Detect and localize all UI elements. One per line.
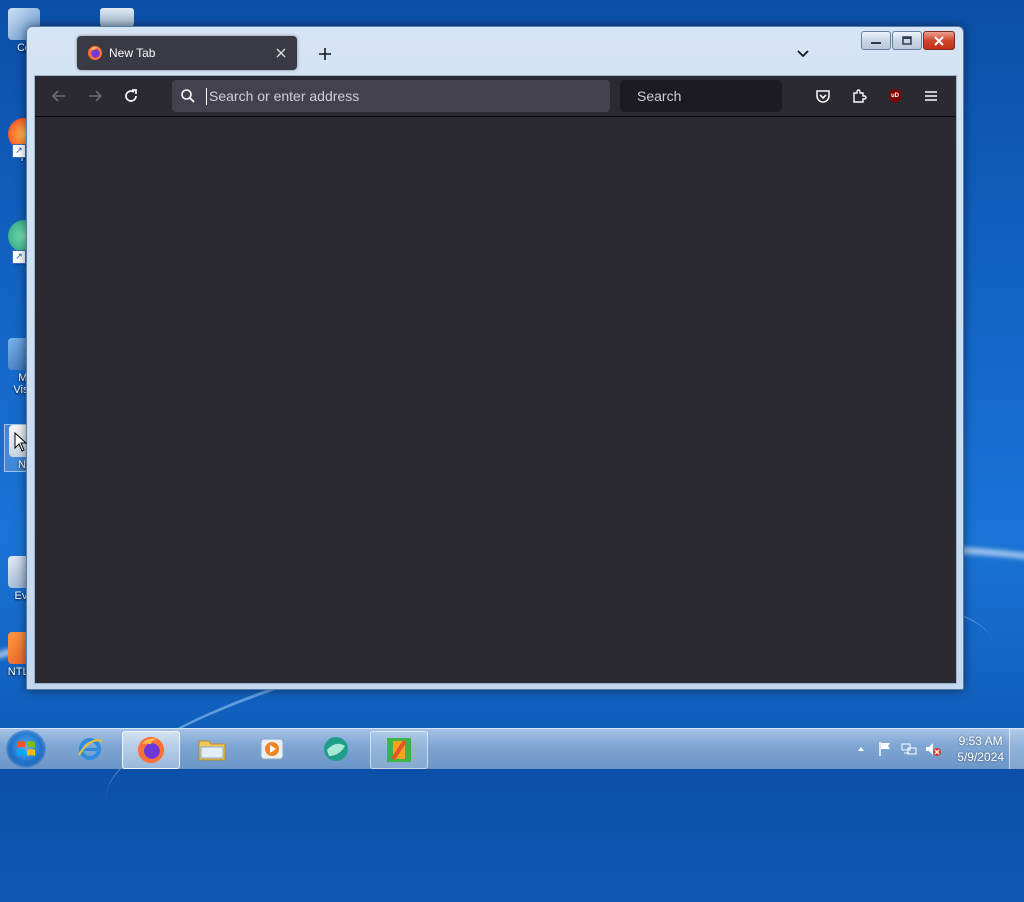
start-button[interactable] bbox=[6, 730, 46, 768]
forward-button[interactable] bbox=[83, 84, 107, 108]
chevron-down-icon bbox=[797, 50, 809, 58]
taskbar-firefox[interactable] bbox=[122, 731, 180, 769]
show-hidden-icons-button[interactable] bbox=[852, 740, 870, 758]
taskbar-media-player[interactable] bbox=[244, 731, 300, 767]
puzzle-piece-icon bbox=[853, 89, 867, 103]
taskbar-file-explorer[interactable] bbox=[184, 731, 240, 767]
search-icon bbox=[181, 89, 195, 103]
clock-date: 5/9/2024 bbox=[957, 750, 1004, 764]
volume-muted-icon bbox=[926, 743, 942, 756]
shortcut-arrow-icon: ↗ bbox=[12, 144, 26, 158]
page-content bbox=[35, 117, 956, 683]
globe-app-icon bbox=[324, 737, 348, 761]
back-button[interactable] bbox=[47, 84, 71, 108]
firefox-icon bbox=[137, 736, 165, 764]
app-menu-button[interactable] bbox=[919, 84, 943, 108]
ublock-badge: uD bbox=[891, 93, 899, 99]
forward-arrow-icon bbox=[89, 90, 103, 102]
ntlite-icon bbox=[387, 738, 411, 762]
firefox-window: New Tab Search or enter address Search u… bbox=[26, 26, 964, 690]
new-tab-button[interactable] bbox=[315, 44, 335, 64]
pocket-icon bbox=[816, 90, 830, 103]
plus-icon bbox=[319, 48, 331, 60]
clock-time: 9:53 AM bbox=[958, 734, 1003, 748]
network-button[interactable] bbox=[900, 740, 918, 758]
firefox-icon bbox=[88, 46, 102, 60]
list-all-tabs-button[interactable] bbox=[793, 44, 813, 64]
close-icon bbox=[276, 48, 286, 58]
pocket-button[interactable] bbox=[811, 84, 835, 108]
show-desktop-button[interactable] bbox=[1009, 729, 1024, 769]
folder-icon bbox=[198, 740, 226, 761]
reload-button[interactable] bbox=[119, 84, 143, 108]
address-input[interactable] bbox=[207, 87, 610, 105]
volume-button[interactable] bbox=[924, 740, 942, 758]
search-bar[interactable] bbox=[620, 80, 820, 112]
reload-icon bbox=[125, 89, 137, 102]
browser-frame: uD bbox=[34, 75, 957, 684]
search-input[interactable] bbox=[635, 87, 820, 105]
caret-up-icon bbox=[858, 747, 865, 751]
taskbar: 9:53 AM 5/9/2024 bbox=[0, 728, 1024, 769]
tab-strip: New Tab bbox=[35, 35, 955, 75]
taskbar-internet-explorer[interactable] bbox=[62, 731, 118, 767]
back-arrow-icon bbox=[51, 90, 65, 102]
system-tray: 9:53 AM 5/9/2024 bbox=[849, 729, 1004, 769]
taskbar-ntlite[interactable] bbox=[370, 731, 428, 769]
flag-icon bbox=[879, 742, 891, 756]
hamburger-menu-icon bbox=[925, 91, 937, 101]
windows-logo-icon bbox=[17, 741, 35, 756]
network-icon bbox=[901, 743, 917, 755]
tab-title: New Tab bbox=[109, 46, 156, 60]
extensions-button[interactable] bbox=[847, 84, 871, 108]
navigation-toolbar: uD bbox=[35, 76, 956, 117]
taskbar-network-app[interactable] bbox=[308, 731, 364, 767]
action-center-button[interactable] bbox=[876, 740, 894, 758]
system-clock[interactable]: 9:53 AM 5/9/2024 bbox=[957, 733, 1004, 765]
mouse-cursor-icon bbox=[14, 432, 28, 452]
close-tab-button[interactable] bbox=[271, 43, 291, 63]
media-player-icon bbox=[260, 738, 284, 760]
address-bar[interactable] bbox=[172, 80, 610, 112]
ublock-origin-button[interactable]: uD bbox=[883, 84, 907, 108]
tab-new-tab[interactable]: New Tab bbox=[77, 36, 297, 70]
internet-explorer-icon bbox=[78, 738, 103, 760]
shortcut-arrow-icon: ↗ bbox=[12, 250, 26, 264]
